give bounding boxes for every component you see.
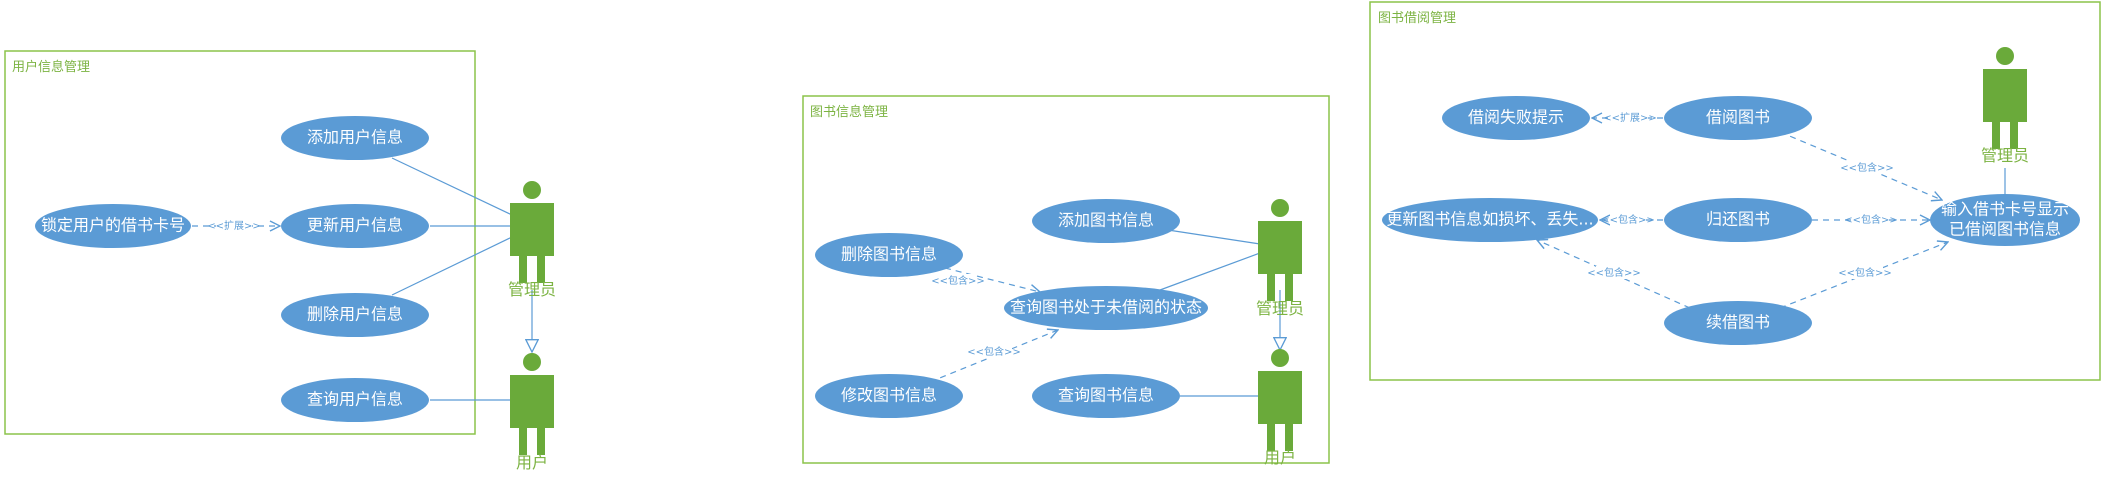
svg-text:查询图书处于未借阅的状态: 查询图书处于未借阅的状态	[1010, 298, 1202, 317]
svg-text:借阅图书: 借阅图书	[1706, 108, 1770, 127]
usecase-delete-book[interactable]: 删除图书信息	[815, 233, 963, 277]
include-label-borrow-card: <<包含>>	[1840, 161, 1894, 174]
usecase-check-status[interactable]: 查询图书处于未借阅的状态	[1004, 286, 1208, 330]
svg-text:更新用户信息: 更新用户信息	[307, 216, 403, 235]
usecase-query-user[interactable]: 查询用户信息	[281, 378, 429, 422]
usecase-lock-card[interactable]: 锁定用户的借书卡号	[35, 204, 191, 248]
actor-admin-icon	[510, 181, 554, 283]
usecase-return-book[interactable]: 归还图书	[1664, 198, 1812, 242]
extend-label-2: <<扩展>>	[1603, 111, 1657, 124]
svg-text:删除图书信息: 删除图书信息	[841, 245, 937, 264]
frame-borrow-title: 图书借阅管理	[1378, 11, 1456, 26]
svg-text:输入借书卡号显示: 输入借书卡号显示	[1941, 200, 2069, 219]
svg-text:锁定用户的借书卡号: 锁定用户的借书卡号	[41, 216, 185, 235]
use-case-diagram: 用户信息管理 <<扩展>> 添加用户信息 更新用户信息 删除用户信息 查询用户信…	[4, 1, 2101, 472]
usecase-input-card[interactable]: 输入借书卡号显示 已借阅图书信息	[1930, 194, 2080, 246]
usecase-delete-user[interactable]: 删除用户信息	[281, 293, 429, 337]
usecase-update-user[interactable]: 更新用户信息	[281, 204, 429, 248]
svg-text:管理员: 管理员	[508, 280, 556, 299]
actor-user-icon	[510, 353, 554, 455]
include-label-return-card: <<包含>>	[1844, 213, 1898, 226]
actor-admin-3[interactable]: 管理员	[1981, 47, 2029, 165]
actor-user-2[interactable]: 用户	[1258, 349, 1302, 467]
frame-user-title: 用户信息管理	[12, 59, 90, 75]
actor-user-icon	[1258, 349, 1302, 451]
svg-text:管理员: 管理员	[1256, 299, 1304, 318]
include-label-return-damage: <<包含>>	[1601, 213, 1655, 226]
extend-label-1: <<扩展>>	[207, 219, 261, 232]
svg-text:查询图书信息: 查询图书信息	[1058, 386, 1154, 405]
svg-text:用户: 用户	[1264, 448, 1296, 467]
usecase-query-book[interactable]: 查询图书信息	[1032, 374, 1180, 418]
include-label-renew-card: <<包含>>	[1838, 266, 1892, 279]
svg-text:借阅失败提示: 借阅失败提示	[1468, 108, 1564, 127]
actor-admin-icon	[1983, 47, 2027, 149]
svg-text:更新图书信息如损坏、丢失...: 更新图书信息如损坏、丢失...	[1386, 210, 1593, 229]
svg-text:添加用户信息: 添加用户信息	[307, 128, 403, 147]
actor-admin-icon	[1258, 199, 1302, 301]
svg-text:删除用户信息: 删除用户信息	[307, 305, 403, 324]
connections-user: <<扩展>>	[192, 157, 532, 401]
svg-text:修改图书信息: 修改图书信息	[841, 386, 937, 405]
svg-text:用户: 用户	[516, 453, 548, 472]
svg-text:管理员: 管理员	[1981, 146, 2029, 165]
actor-admin-2[interactable]: 管理员	[1256, 199, 1304, 318]
usecase-update-damage[interactable]: 更新图书信息如损坏、丢失...	[1382, 198, 1598, 242]
svg-text:续借图书: 续借图书	[1706, 313, 1770, 332]
svg-text:归还图书: 归还图书	[1706, 210, 1770, 229]
include-label-renew-damage: <<包含>>	[1587, 266, 1641, 279]
actor-user-1[interactable]: 用户	[510, 353, 554, 472]
svg-text:已借阅图书信息: 已借阅图书信息	[1949, 220, 2061, 239]
usecase-borrow-book[interactable]: 借阅图书	[1664, 96, 1812, 140]
usecase-add-user[interactable]: 添加用户信息	[281, 116, 429, 160]
frame-book-title: 图书信息管理	[810, 104, 888, 120]
svg-text:添加图书信息: 添加图书信息	[1058, 211, 1154, 230]
usecase-borrow-fail[interactable]: 借阅失败提示	[1442, 96, 1590, 140]
include-label-modify: <<包含>>	[967, 345, 1021, 358]
actor-admin-1[interactable]: 管理员	[508, 181, 556, 299]
usecase-add-book[interactable]: 添加图书信息	[1032, 199, 1180, 243]
include-label-delete: <<包含>>	[931, 274, 985, 287]
svg-text:查询用户信息: 查询用户信息	[307, 390, 403, 409]
usecase-renew-book[interactable]: 续借图书	[1664, 301, 1812, 345]
usecase-modify-book[interactable]: 修改图书信息	[815, 374, 963, 418]
